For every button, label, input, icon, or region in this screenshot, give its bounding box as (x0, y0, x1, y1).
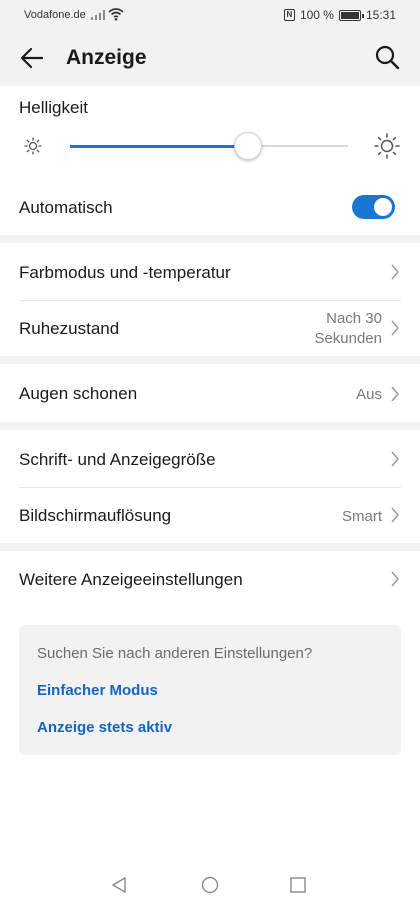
wifi-icon (108, 8, 124, 21)
chevron-right-icon (391, 386, 399, 402)
suggestions-question: Suchen Sie nach anderen Einstellungen? (37, 645, 313, 662)
signal-icon (91, 10, 105, 20)
navigation-bar (0, 858, 420, 910)
automatic-toggle[interactable] (352, 195, 395, 219)
simple-mode-link[interactable]: Einfacher Modus (37, 682, 158, 699)
brightness-slider-thumb[interactable] (234, 132, 262, 160)
toggle-knob (374, 198, 392, 216)
sleep-label: Ruhezustand (19, 319, 120, 338)
page-title: Anzeige (66, 46, 147, 69)
app-bar: Anzeige (0, 30, 420, 86)
sleep-value-line2: Sekunden (314, 330, 382, 347)
resolution-label: Bildschirmauflösung (19, 506, 172, 525)
divider (19, 487, 401, 488)
brightness-slider[interactable] (70, 132, 348, 160)
section-separator (0, 356, 420, 364)
eye-comfort-value: Aus (356, 386, 382, 403)
chevron-right-icon (391, 451, 399, 467)
clock: 15:31 (365, 8, 396, 22)
automatic-label: Automatisch (19, 198, 113, 217)
section-separator (0, 422, 420, 430)
chevron-right-icon (391, 507, 399, 523)
nav-home-icon[interactable] (201, 876, 219, 894)
status-right: N 100 % 15:31 (283, 8, 396, 22)
carrier-name: Vodafone.de (24, 9, 86, 21)
text-size-label: Schrift- und Anzeigegröße (19, 450, 216, 469)
brightness-slider-fill (70, 144, 248, 148)
more-settings-label: Weitere Anzeigeeinstellungen (19, 570, 243, 589)
suggestions-card: Suchen Sie nach anderen Einstellungen? E… (19, 625, 401, 755)
always-on-display-link[interactable]: Anzeige stets aktiv (37, 719, 172, 736)
chevron-right-icon (391, 264, 399, 280)
sleep-value-line1: Nach 30 (326, 310, 382, 327)
battery-percent: 100 % (299, 8, 334, 22)
arrow-left-icon[interactable] (18, 44, 46, 72)
chevron-right-icon (391, 320, 399, 336)
sun-large-icon (374, 133, 400, 159)
color-mode-label: Farbmodus und -temperatur (19, 263, 231, 282)
sun-small-icon (24, 137, 42, 155)
search-icon[interactable] (374, 44, 400, 70)
resolution-value: Smart (341, 508, 382, 525)
divider (19, 300, 401, 301)
battery-icon (338, 9, 364, 21)
sleep-value: Nach 30 Sekunden (314, 309, 382, 349)
nav-recents-icon[interactable] (290, 877, 306, 893)
nav-back-icon[interactable] (110, 876, 128, 894)
eye-comfort-label: Augen schonen (19, 384, 138, 403)
brightness-label: Helligkeit (19, 98, 88, 117)
chevron-right-icon (391, 571, 399, 587)
status-bar: Vodafone.de N 100 % 15:31 (0, 0, 420, 30)
section-separator (0, 235, 420, 243)
nfc-icon: N (283, 9, 295, 21)
section-separator (0, 543, 420, 551)
